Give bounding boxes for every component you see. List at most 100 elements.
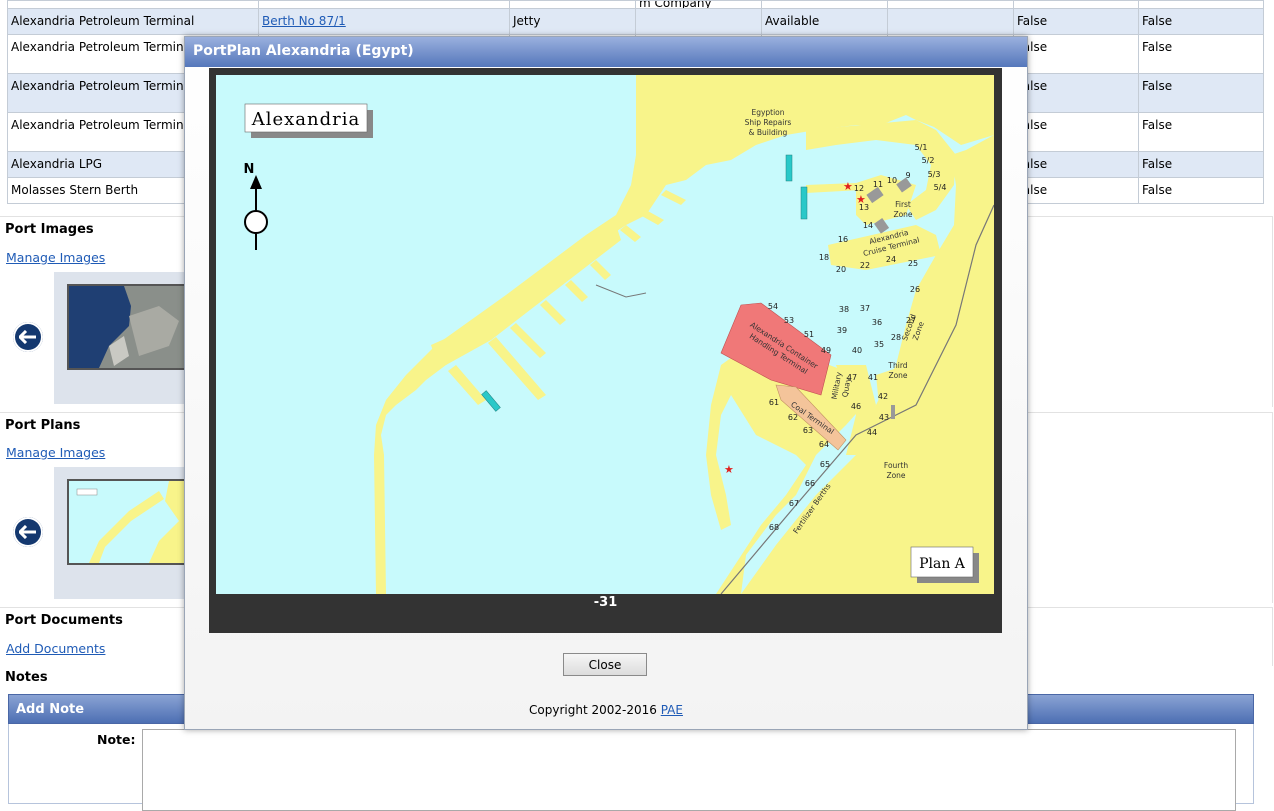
status-cell: Available <box>761 8 888 35</box>
port-documents-title: Port Documents <box>5 613 123 628</box>
svg-text:11: 11 <box>873 180 883 189</box>
svg-text:26: 26 <box>910 285 920 294</box>
svg-text:36: 36 <box>872 318 882 327</box>
svg-text:40: 40 <box>852 346 862 355</box>
flag-cell: False <box>1013 177 1139 204</box>
dialog-title: PortPlan Alexandria (Egypt) <box>185 37 1027 67</box>
svg-text:Zone: Zone <box>886 471 905 480</box>
svg-text:13: 13 <box>859 203 869 212</box>
svg-text:Third: Third <box>887 361 907 370</box>
add-documents-link[interactable]: Add Documents <box>6 641 105 656</box>
manage-images-link[interactable]: Manage Images <box>6 250 105 265</box>
piers <box>448 190 686 405</box>
svg-text:First: First <box>895 200 911 209</box>
flag-cell: False <box>1013 8 1139 35</box>
svg-text:54: 54 <box>768 302 778 311</box>
svg-text:Fourth: Fourth <box>884 461 908 470</box>
svg-text:5/4: 5/4 <box>934 183 947 192</box>
svg-text:★: ★ <box>724 463 734 476</box>
svg-text:★: ★ <box>843 180 853 193</box>
svg-text:24: 24 <box>886 255 896 264</box>
svg-text:46: 46 <box>851 402 861 411</box>
plan-viewer: ★ ★ ★ N Alexandria Plan A Egyption Ship … <box>209 68 1002 633</box>
svg-text:12: 12 <box>854 184 864 193</box>
svg-text:14: 14 <box>863 221 873 230</box>
north-arrow-icon: N <box>244 162 268 250</box>
note-label: Note: <box>97 732 136 747</box>
terminal-cell: Alexandria Petroleum Terminal <box>7 8 259 35</box>
plan-label-box: Plan A <box>910 546 979 583</box>
city-label-box: Alexandria <box>244 103 373 138</box>
svg-text:Plan A: Plan A <box>919 556 966 572</box>
port-plans-gallery <box>54 467 194 599</box>
flag-cell: False <box>1138 112 1264 152</box>
svg-text:38: 38 <box>839 305 849 314</box>
company-fragment: m Company <box>635 0 762 9</box>
port-plan-dialog: PortPlan Alexandria (Egypt) ★ ★ ★ N Alex… <box>184 36 1028 730</box>
svg-text:Zone: Zone <box>893 210 912 219</box>
svg-text:65: 65 <box>820 460 830 469</box>
svg-text:43: 43 <box>879 413 889 422</box>
flag-cell: False <box>1013 34 1139 74</box>
arrow-left-icon <box>19 330 36 344</box>
svg-text:42: 42 <box>878 392 888 401</box>
previous-image-button[interactable] <box>13 322 43 352</box>
copyright-footer: Copyright 2002-2016 PAE <box>185 703 1027 717</box>
svg-text:41: 41 <box>868 373 878 382</box>
arrow-left-icon <box>19 525 36 539</box>
svg-text:20: 20 <box>836 265 846 274</box>
flag-cell: False <box>1013 73 1139 113</box>
svg-text:Zone: Zone <box>888 371 907 380</box>
svg-text:Alexandria: Alexandria <box>251 109 361 130</box>
svg-text:61: 61 <box>769 398 779 407</box>
svg-text:67: 67 <box>789 499 799 508</box>
svg-text:10: 10 <box>887 176 897 185</box>
svg-text:9: 9 <box>905 171 910 180</box>
manage-plans-link[interactable]: Manage Images <box>6 445 105 460</box>
pae-link[interactable]: PAE <box>661 703 683 717</box>
copyright-text: Copyright 2002-2016 <box>529 703 657 717</box>
port-images-gallery <box>54 272 194 404</box>
previous-plan-button[interactable] <box>13 517 43 547</box>
svg-text:Egyption: Egyption <box>751 108 784 117</box>
flag-cell: False <box>1138 151 1264 178</box>
svg-text:27: 27 <box>906 316 916 325</box>
close-button[interactable]: Close <box>563 653 647 676</box>
svg-text:& Building: & Building <box>749 128 788 137</box>
svg-text:35: 35 <box>874 340 884 349</box>
svg-text:66: 66 <box>805 479 815 488</box>
svg-text:63: 63 <box>803 426 813 435</box>
port-plans-title: Port Plans <box>5 418 81 433</box>
note-textarea[interactable] <box>142 729 1236 811</box>
svg-text:N: N <box>244 162 255 177</box>
svg-text:39: 39 <box>837 326 847 335</box>
svg-text:68: 68 <box>769 523 779 532</box>
plan-thumbnail[interactable] <box>67 479 189 565</box>
svg-text:28: 28 <box>891 333 901 342</box>
notes-title: Notes <box>5 670 48 685</box>
berth-link[interactable]: Berth No 87/1 <box>262 14 346 28</box>
flag-cell: False <box>1013 112 1139 152</box>
add-note-form: Note: <box>8 724 1254 811</box>
svg-text:22: 22 <box>860 261 870 270</box>
svg-text:37: 37 <box>860 304 870 313</box>
table-row: m Company <box>7 0 1264 9</box>
port-images-title: Port Images <box>5 222 94 237</box>
flag-cell: False <box>1138 177 1264 204</box>
svg-text:53: 53 <box>784 316 794 325</box>
flag-cell: False <box>1138 8 1264 35</box>
svg-text:64: 64 <box>819 440 829 449</box>
svg-text:25: 25 <box>908 259 918 268</box>
svg-text:49: 49 <box>821 346 831 355</box>
port-plan-map: ★ ★ ★ N Alexandria Plan A Egyption Ship … <box>216 75 994 594</box>
type-cell: Jetty <box>509 8 636 35</box>
svg-text:5/3: 5/3 <box>928 170 941 179</box>
flag-cell: False <box>1013 151 1139 178</box>
table-row: Alexandria Petroleum Terminal Berth No 8… <box>7 8 1264 35</box>
flag-cell: False <box>1138 73 1264 113</box>
svg-text:16: 16 <box>838 235 848 244</box>
satellite-thumbnail[interactable] <box>67 284 189 370</box>
svg-text:Ship Repairs: Ship Repairs <box>745 118 792 127</box>
svg-text:51: 51 <box>804 330 814 339</box>
plan-caption: -31 <box>593 595 618 610</box>
